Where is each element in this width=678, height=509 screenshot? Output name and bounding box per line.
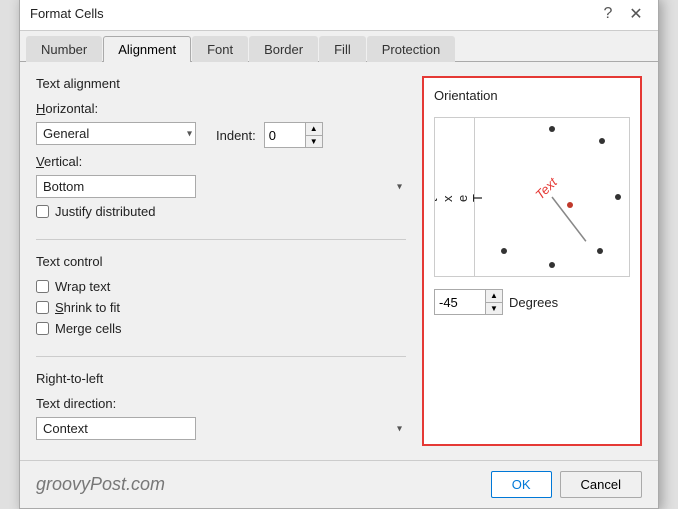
- orientation-panel: Orientation Text: [422, 76, 642, 446]
- help-button[interactable]: ?: [596, 2, 620, 26]
- tab-border[interactable]: Border: [249, 36, 318, 62]
- tab-alignment[interactable]: Alignment: [103, 36, 191, 62]
- justify-row: Justify distributed: [36, 204, 406, 219]
- vertical-select-wrapper: Bottom ▾: [36, 175, 406, 198]
- degrees-spin-down[interactable]: ▼: [486, 302, 502, 314]
- direction-select-wrapper: Context ▾: [36, 417, 406, 440]
- tab-number[interactable]: Number: [26, 36, 102, 62]
- dialog-footer: groovyPost.com OK Cancel: [20, 460, 658, 508]
- justify-label: Justify distributed: [55, 204, 155, 219]
- footer-buttons: OK Cancel: [491, 471, 642, 498]
- direction-select[interactable]: Context: [36, 417, 196, 440]
- shrink-fit-row: Shrink to fit: [36, 300, 406, 315]
- degrees-spin-up[interactable]: ▲: [486, 290, 502, 302]
- merge-cells-label: Merge cells: [55, 321, 121, 336]
- format-cells-dialog: Format Cells ? ✕ Number Alignment Font B…: [19, 0, 659, 509]
- tab-bar: Number Alignment Font Border Fill Protec…: [20, 31, 658, 62]
- text-alignment-title: Text alignment: [36, 76, 406, 91]
- direction-select-arrow: ▾: [397, 423, 402, 434]
- degrees-label: Degrees: [509, 295, 558, 310]
- merge-cells-row: Merge cells: [36, 321, 406, 336]
- ok-button[interactable]: OK: [491, 471, 552, 498]
- text-alignment-section: Text alignment Horizontal: General ▾ Ind…: [36, 76, 406, 219]
- tab-fill[interactable]: Fill: [319, 36, 366, 62]
- dialog-title: Format Cells: [30, 6, 104, 21]
- orientation-visual[interactable]: Text Text: [434, 117, 630, 277]
- degrees-spinner-buttons: ▲ ▼: [485, 290, 502, 314]
- divider-2: [36, 356, 406, 357]
- dial-area[interactable]: Text: [475, 118, 629, 276]
- cancel-button[interactable]: Cancel: [560, 471, 642, 498]
- wrap-text-checkbox[interactable]: [36, 280, 49, 293]
- indent-spinner-buttons: ▲ ▼: [305, 123, 322, 147]
- horizontal-select-wrapper: General ▾: [36, 122, 196, 145]
- shrink-fit-checkbox[interactable]: [36, 301, 49, 314]
- title-bar: Format Cells ? ✕: [20, 0, 658, 31]
- wrap-text-label: Wrap text: [55, 279, 110, 294]
- tab-font[interactable]: Font: [192, 36, 248, 62]
- vertical-select-arrow: ▾: [397, 181, 402, 192]
- indent-spin-up[interactable]: ▲: [306, 123, 322, 135]
- close-button[interactable]: ✕: [624, 2, 648, 26]
- indent-label: Indent:: [216, 128, 256, 143]
- wrap-text-row: Wrap text: [36, 279, 406, 294]
- indent-spinner: ▲ ▼: [264, 122, 323, 148]
- degrees-row: ▲ ▼ Degrees: [434, 289, 630, 315]
- degrees-input[interactable]: [435, 292, 485, 313]
- footer-logo: groovyPost.com: [36, 474, 165, 495]
- dial-svg: [475, 118, 629, 276]
- rtl-section: Right-to-left Text direction: Context ▾: [36, 371, 406, 440]
- title-bar-controls: ? ✕: [596, 2, 648, 26]
- divider-1: [36, 239, 406, 240]
- vertical-label: Vertical:: [36, 154, 406, 169]
- indent-spin-down[interactable]: ▼: [306, 135, 322, 147]
- orientation-title: Orientation: [434, 88, 630, 103]
- justify-checkbox[interactable]: [36, 205, 49, 218]
- direction-label: Text direction:: [36, 396, 406, 411]
- left-panel: Text alignment Horizontal: General ▾ Ind…: [36, 76, 406, 446]
- shrink-fit-label: Shrink to fit: [55, 300, 120, 315]
- merge-cells-checkbox[interactable]: [36, 322, 49, 335]
- indent-row: Indent: ▲ ▼: [216, 122, 323, 148]
- horizontal-label: Horizontal:: [36, 101, 406, 116]
- text-control-section: Text control Wrap text Shrink to fit Mer…: [36, 254, 406, 336]
- rtl-title: Right-to-left: [36, 371, 406, 386]
- horizontal-select[interactable]: General: [36, 122, 196, 145]
- dialog-content: Text alignment Horizontal: General ▾ Ind…: [20, 62, 658, 460]
- degrees-spinner: ▲ ▼: [434, 289, 503, 315]
- indent-input[interactable]: [265, 125, 305, 146]
- text-vertical-box: Text: [435, 118, 475, 276]
- horizontal-indent-row: General ▾ Indent: ▲ ▼: [36, 122, 406, 148]
- tab-protection[interactable]: Protection: [367, 36, 456, 62]
- text-control-title: Text control: [36, 254, 406, 269]
- vertical-select[interactable]: Bottom: [36, 175, 196, 198]
